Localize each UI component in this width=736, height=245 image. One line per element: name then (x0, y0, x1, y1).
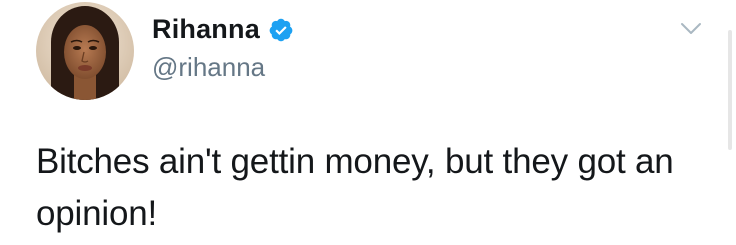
author-display-name[interactable]: Rihanna (152, 14, 260, 45)
avatar[interactable] (36, 2, 134, 100)
chevron-down-icon[interactable] (680, 22, 702, 36)
author-handle[interactable]: @rihanna (152, 52, 265, 83)
tweet-card: Rihanna @rihanna Bitches ain't gettin mo… (0, 0, 736, 245)
verified-badge-icon (268, 17, 294, 43)
author-name-row[interactable]: Rihanna (152, 14, 294, 45)
scrollbar[interactable] (728, 30, 732, 150)
tweet-text: Bitches ain't gettin money, but they got… (36, 142, 674, 233)
